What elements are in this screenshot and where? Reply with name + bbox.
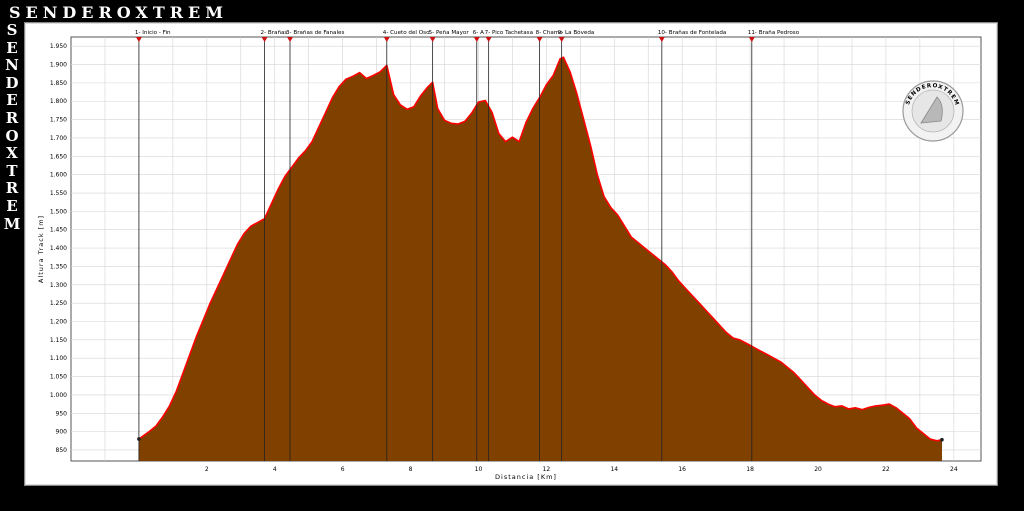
x-tick-label: 18 (746, 466, 754, 473)
y-tick-label: 900 (56, 429, 68, 436)
waypoint-label: 4- Cueto del Oso (383, 30, 430, 36)
y-tick-label: 1.350 (50, 263, 67, 270)
x-tick-label: 16 (678, 466, 686, 473)
elevation-profile-panel: 850 900 950 1.000 1.050 1.100 1.150 1.200 1.250 1… (24, 22, 998, 486)
waypoint-label: 6- A (473, 30, 484, 36)
end-point (940, 437, 944, 442)
y-tick-label: 1.000 (50, 392, 67, 399)
y-tick-label: 1.400 (50, 245, 67, 252)
y-tick-label: 1.850 (50, 80, 67, 87)
waypoint-label: 1- Inicio - Fin (135, 30, 171, 36)
waypoint-label: 9- La Bóveda (558, 29, 595, 36)
y-tick-label: 950 (56, 410, 68, 417)
x-axis-title: Distancia [Km] (495, 473, 557, 481)
x-tick-label: 10 (475, 466, 483, 473)
waypoint-label: 10- Brañas de Fontelada (658, 30, 727, 36)
y-tick-label: 1.700 (50, 135, 67, 142)
x-tick-label: 14 (610, 466, 618, 473)
y-tick-label: 1.150 (50, 337, 67, 344)
x-tick-label: 22 (882, 466, 890, 473)
y-tick-label: 1.800 (50, 98, 67, 105)
x-tick-label: 8 (409, 466, 413, 473)
y-tick-label: 1.950 (50, 43, 67, 50)
y-tick-label: 1.450 (50, 227, 67, 234)
waypoint-label: 5- Peña Mayor (429, 30, 470, 36)
y-tick-label: 1.650 (50, 153, 67, 160)
waypoint-label: 7- Pico Tachetasa (485, 30, 533, 36)
y-tick-label: 1.750 (50, 117, 67, 124)
waypoint-label: 2- Brañas (261, 30, 288, 36)
x-tick-label: 12 (543, 466, 551, 473)
x-tick-label: 24 (950, 466, 958, 473)
y-tick-label: 1.550 (50, 190, 67, 197)
y-tick-label: 1.500 (50, 208, 67, 215)
y-tick-label: 1.100 (50, 355, 67, 362)
y-tick-label: 1.300 (50, 282, 67, 289)
x-tick-label: 20 (814, 466, 822, 473)
y-tick-label: 1.200 (50, 319, 67, 326)
waypoint-label: 11- Braña Pedroso (748, 30, 800, 36)
elevation-profile-chart: 850 900 950 1.000 1.050 1.100 1.150 1.200 1.250 1… (37, 29, 982, 481)
x-tick-label: 2 (205, 466, 209, 473)
brand-title-vertical: SENDEROXTREM (3, 21, 21, 233)
x-tick-label: 6 (341, 466, 345, 473)
x-tick-label: 4 (273, 466, 277, 473)
y-tick-label: 1.050 (50, 374, 67, 381)
waypoint-label: 3- Brañas de Fanales (286, 30, 344, 36)
y-tick-label: 850 (56, 447, 68, 454)
y-tick-label: 1.900 (50, 62, 67, 69)
brand-title-horizontal: SENDEROXTREM (9, 3, 228, 22)
y-tick-label: 1.600 (50, 172, 67, 179)
y-tick-label: 1.250 (50, 300, 67, 307)
y-axis-title: Altura Track [m] (37, 215, 45, 283)
